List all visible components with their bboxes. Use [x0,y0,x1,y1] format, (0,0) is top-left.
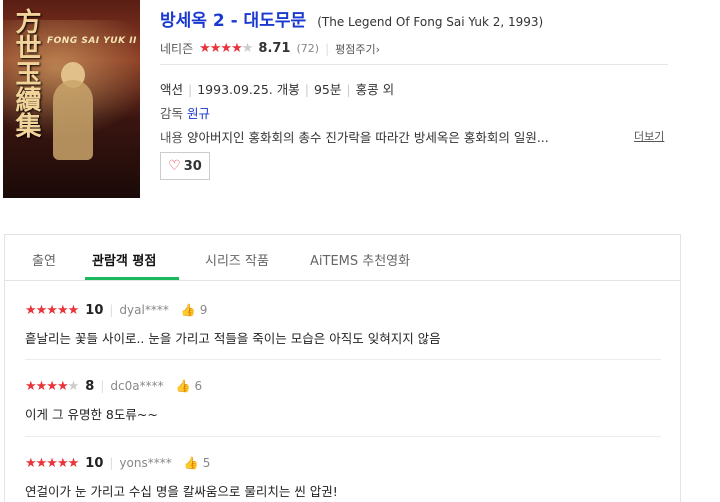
review-likes: 5 [202,456,211,470]
info-divider [160,64,668,65]
movie-title[interactable]: 방세옥 2 - 대도무문 [160,11,306,31]
director-label: 감독 [160,106,184,121]
poster-title-art: 方世玉續集 [11,8,41,138]
tab-series[interactable]: 시리즈 작품 [205,250,269,269]
review-stars-icon: ★★★★★ [25,302,79,318]
rate-movie-label: 평점주기 [335,42,376,56]
review-user: dc0a**** [110,379,164,393]
thumbs-up-icon[interactable]: 👍 [184,456,199,470]
poster-english-title: FONG SAI YUK II [47,36,137,46]
review-score: 8 [85,378,95,394]
review-item: ★★★★★ 10 | dyal**** 👍 9 흩날리는 꽃들 사이로.. 눈을… [25,301,661,347]
netizen-label: 네티즌 [160,42,194,56]
review-user: yons**** [119,456,172,470]
review-text: 이게 그 유명한 8도류~~ [25,407,158,422]
review-item: ★★★★★ 8 | dc0a**** 👍 6 이게 그 유명한 8도류~~ [25,377,661,423]
movie-poster[interactable]: 方世玉續集 FONG SAI YUK II [3,0,140,198]
review-separator [25,436,661,437]
genre[interactable]: 액션 [160,82,183,97]
netizen-rating: 네티즌 ★★★★★ 8.71 (72) | 평점주기› [160,40,380,57]
movie-meta-row: 액션 | 1993.09.25. 개봉 | 95분 | 홍콩 외 [160,82,395,97]
tab-aitems[interactable]: AiTEMS 추천영화 [310,250,410,269]
release-date[interactable]: 1993.09.25. 개봉 [197,82,300,97]
review-separator [25,359,661,360]
review-item: ★★★★★ 10 | yons**** 👍 5 연걸이가 눈 가리고 수십 명을… [25,454,661,500]
tab-bar: 출연 관람객 평점 시리즈 작품 AiTEMS 추천영화 [5,235,680,281]
thumbs-up-icon[interactable]: 👍 [181,303,196,317]
review-score: 10 [85,455,104,471]
like-button[interactable]: ♡ 30 [160,152,210,180]
rating-count: (72) [296,42,320,55]
tab-cast[interactable]: 출연 [32,250,56,269]
country: 홍콩 외 [355,82,395,97]
thumbs-up-icon[interactable]: 👍 [176,379,191,393]
poster-figure [53,80,93,160]
review-stars-icon: ★★★★★ [25,378,79,394]
synopsis-text: 양아버지인 홍화회의 총수 진가락을 따라간 방세옥은 홍화회의 일원... [187,130,549,145]
rating-score: 8.71 [258,41,291,56]
active-tab-indicator [85,277,179,280]
review-user: dyal**** [119,303,169,317]
review-stars-icon: ★★★★★ [25,455,79,471]
review-text: 흩날리는 꽃들 사이로.. 눈을 가리고 적들을 죽이는 모습은 아직도 잊혀지… [25,331,441,346]
review-panel: 출연 관람객 평점 시리즈 작품 AiTEMS 추천영화 ★★★★★ 10 | … [4,234,681,502]
movie-title-row: 방세옥 2 - 대도무문 (The Legend Of Fong Sai Yuk… [160,6,543,31]
chevron-right-icon: › [375,42,381,56]
review-likes: 9 [199,303,208,317]
synopsis-label: 내용 [160,130,184,145]
rate-movie-link[interactable]: 평점주기› [335,41,380,57]
director-name[interactable]: 원규 [187,106,210,121]
rating-stars-icon: ★★★★★ [199,41,253,56]
tab-audience-rating[interactable]: 관람객 평점 [92,250,156,269]
review-likes: 6 [194,379,203,393]
like-count: 30 [183,158,202,174]
review-score: 10 [85,302,104,318]
synopsis-more-link[interactable]: 더보기 [634,128,664,144]
rating-separator: | [325,41,330,56]
heart-icon: ♡ [168,158,181,174]
movie-subtitle: (The Legend Of Fong Sai Yuk 2, 1993) [317,15,544,29]
review-text: 연걸이가 눈 가리고 수십 명을 칼싸움으로 물리치는 씬 압권! [25,484,338,499]
runtime: 95분 [313,82,342,97]
synopsis-row: 내용 양아버지인 홍화회의 총수 진가락을 따라간 방세옥은 홍화회의 일원... [160,127,549,146]
director-row: 감독 원규 [160,103,210,122]
